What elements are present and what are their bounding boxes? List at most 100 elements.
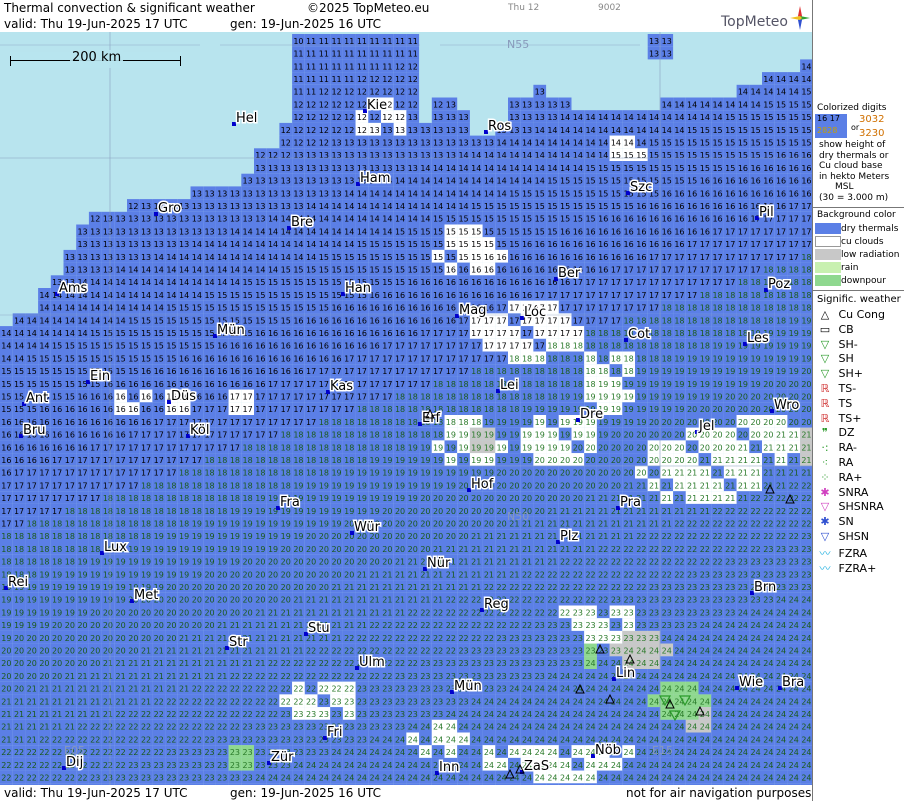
svg-text:17: 17 xyxy=(408,380,418,389)
svg-text:16: 16 xyxy=(509,265,519,274)
svg-text:21: 21 xyxy=(700,507,710,516)
svg-text:23: 23 xyxy=(687,583,697,592)
svg-text:16: 16 xyxy=(547,240,557,249)
svg-text:15: 15 xyxy=(573,202,583,211)
svg-text:20: 20 xyxy=(243,596,253,605)
svg-text:18: 18 xyxy=(116,494,126,503)
svg-text:19: 19 xyxy=(344,481,354,490)
svg-text:19: 19 xyxy=(77,570,87,579)
svg-text:21: 21 xyxy=(662,469,672,478)
svg-text:14: 14 xyxy=(268,227,278,236)
svg-text:16: 16 xyxy=(446,316,456,325)
svg-text:21: 21 xyxy=(420,570,430,579)
svg-text:14: 14 xyxy=(357,227,367,236)
svg-text:14: 14 xyxy=(217,240,227,249)
svg-text:14: 14 xyxy=(14,342,24,351)
svg-text:21: 21 xyxy=(674,469,684,478)
svg-text:19: 19 xyxy=(331,507,341,516)
svg-text:14: 14 xyxy=(662,100,672,109)
svg-text:16: 16 xyxy=(217,380,227,389)
svg-text:17: 17 xyxy=(700,278,710,287)
svg-text:14: 14 xyxy=(420,215,430,224)
city-label: Köl xyxy=(190,423,209,438)
svg-text:19: 19 xyxy=(636,418,646,427)
svg-text:20: 20 xyxy=(649,469,659,478)
svg-text:20: 20 xyxy=(649,431,659,440)
svg-text:15: 15 xyxy=(547,215,557,224)
svg-text:20: 20 xyxy=(204,583,214,592)
svg-text:15: 15 xyxy=(65,380,75,389)
svg-text:15: 15 xyxy=(39,380,49,389)
svg-text:16: 16 xyxy=(154,367,164,376)
svg-text:18: 18 xyxy=(420,431,430,440)
svg-text:19: 19 xyxy=(77,558,87,567)
svg-text:20: 20 xyxy=(192,583,202,592)
svg-text:19: 19 xyxy=(636,367,646,376)
svg-text:16: 16 xyxy=(192,354,202,363)
svg-text:21: 21 xyxy=(382,583,392,592)
svg-text:16: 16 xyxy=(547,265,557,274)
svg-text:15: 15 xyxy=(90,354,100,363)
svg-text:18: 18 xyxy=(522,354,532,363)
svg-text:16: 16 xyxy=(573,253,583,262)
svg-text:13: 13 xyxy=(116,240,126,249)
svg-text:15: 15 xyxy=(382,253,392,262)
svg-text:16: 16 xyxy=(382,291,392,300)
svg-text:16: 16 xyxy=(204,392,214,401)
svg-text:15: 15 xyxy=(154,316,164,325)
svg-text:12: 12 xyxy=(331,100,341,109)
svg-text:18: 18 xyxy=(738,316,748,325)
svg-text:21: 21 xyxy=(408,558,418,567)
svg-text:18: 18 xyxy=(509,405,519,414)
svg-text:17: 17 xyxy=(52,456,62,465)
svg-text:22: 22 xyxy=(763,507,773,516)
svg-text:13: 13 xyxy=(179,240,189,249)
svg-text:18: 18 xyxy=(141,519,151,528)
svg-text:16: 16 xyxy=(382,316,392,325)
svg-text:23: 23 xyxy=(674,596,684,605)
svg-text:23: 23 xyxy=(801,532,811,541)
svg-text:21: 21 xyxy=(344,596,354,605)
svg-text:17: 17 xyxy=(801,215,811,224)
svg-text:21: 21 xyxy=(370,583,380,592)
svg-text:17: 17 xyxy=(420,354,430,363)
svg-text:18: 18 xyxy=(204,494,214,503)
svg-text:21: 21 xyxy=(801,456,811,465)
svg-text:15: 15 xyxy=(357,265,367,274)
svg-text:21: 21 xyxy=(700,456,710,465)
svg-text:16: 16 xyxy=(738,215,748,224)
svg-text:13: 13 xyxy=(166,240,176,249)
svg-text:16: 16 xyxy=(408,304,418,313)
thermal-map[interactable]: 10 11 11 11 11 11 11 11 11 11 13 13 11 11 11 11 11 11 11 11… xyxy=(0,0,812,801)
svg-text:17: 17 xyxy=(585,278,595,287)
svg-text:14: 14 xyxy=(598,113,608,122)
svg-text:18: 18 xyxy=(522,392,532,401)
svg-text:16: 16 xyxy=(116,418,126,427)
svg-text:14: 14 xyxy=(281,215,291,224)
svg-text:16: 16 xyxy=(141,392,151,401)
svg-text:14: 14 xyxy=(484,189,494,198)
svg-text:15: 15 xyxy=(674,138,684,147)
svg-text:19: 19 xyxy=(192,519,202,528)
svg-text:14: 14 xyxy=(255,253,265,262)
svg-text:17: 17 xyxy=(573,316,583,325)
svg-text:16: 16 xyxy=(763,164,773,173)
svg-text:19: 19 xyxy=(712,380,722,389)
svg-text:17: 17 xyxy=(39,494,49,503)
svg-text:14: 14 xyxy=(331,227,341,236)
svg-text:22: 22 xyxy=(547,596,557,605)
svg-text:19: 19 xyxy=(103,596,113,605)
svg-text:13: 13 xyxy=(128,240,138,249)
svg-text:14: 14 xyxy=(446,202,456,211)
svg-text:19: 19 xyxy=(344,507,354,516)
svg-text:12: 12 xyxy=(395,113,405,122)
svg-text:16: 16 xyxy=(204,367,214,376)
svg-text:16: 16 xyxy=(611,253,621,262)
svg-text:15: 15 xyxy=(471,215,481,224)
svg-text:14: 14 xyxy=(458,151,468,160)
svg-text:19: 19 xyxy=(585,392,595,401)
svg-text:17: 17 xyxy=(27,469,37,478)
svg-text:21: 21 xyxy=(662,507,672,516)
svg-text:21: 21 xyxy=(649,507,659,516)
svg-text:20: 20 xyxy=(217,596,227,605)
